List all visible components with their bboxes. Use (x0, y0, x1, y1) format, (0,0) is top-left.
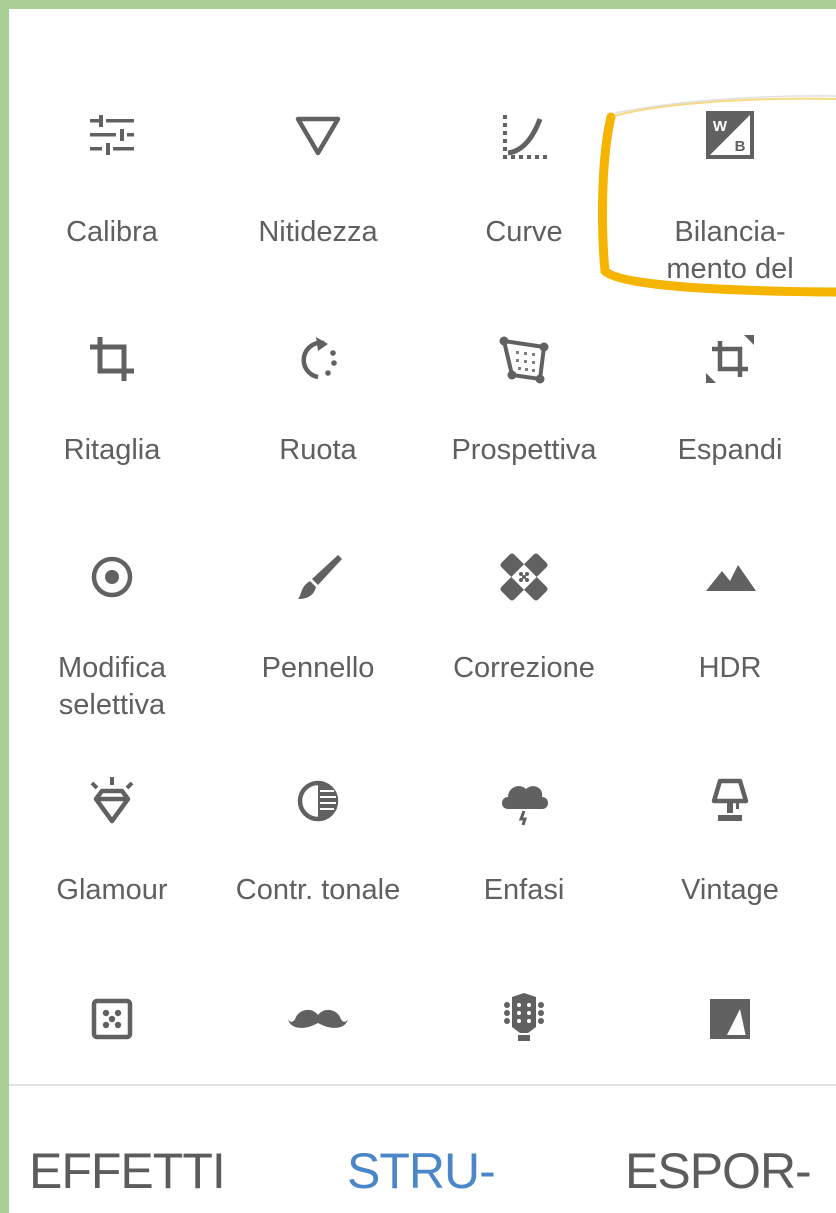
tool-label: Enfasi (483, 874, 565, 906)
svg-text:B: B (735, 138, 746, 155)
tool-black-white[interactable] (627, 989, 833, 1069)
tool-label: Curve (485, 216, 563, 248)
tool-prospettiva[interactable]: Prospettiva (421, 329, 627, 479)
tab-esporta[interactable]: ESPOR- (625, 1141, 812, 1201)
tool-label: Glamour (56, 874, 168, 906)
tool-modifica-selettiva[interactable]: Modifica selettiva (9, 547, 215, 727)
tool-enfasi[interactable]: Enfasi (421, 771, 627, 921)
storm-cloud-icon (494, 771, 554, 831)
expand-icon (700, 329, 760, 389)
tool-glamour[interactable]: Glamour (9, 771, 215, 921)
tonal-contrast-icon (288, 771, 348, 831)
tool-nitidezza[interactable]: Nitidezza (215, 105, 421, 265)
tool-label: Correzione (453, 652, 595, 684)
tool-grainy-film[interactable] (9, 989, 215, 1069)
guitar-head-icon (494, 989, 554, 1049)
mountains-icon (700, 547, 760, 607)
diamond-icon (82, 771, 142, 831)
tools-panel: Calibra Nitidezza Curve W B Bilancia- me… (9, 9, 836, 1213)
tool-curve[interactable]: Curve (421, 105, 627, 265)
tool-vintage[interactable]: Vintage (627, 771, 833, 921)
rotate-icon (288, 329, 348, 389)
tool-label: Prospettiva (451, 434, 597, 466)
tool-bilanciamento[interactable]: W B Bilancia- mento del (627, 105, 833, 285)
tool-label: Ritaglia (63, 434, 161, 466)
tool-label: Nitidezza (258, 216, 378, 248)
tune-icon (82, 105, 142, 165)
mustache-icon (288, 989, 348, 1049)
brush-icon (288, 547, 348, 607)
triangle-icon (288, 105, 348, 165)
tool-label: Espandi (677, 434, 783, 466)
lamp-icon (700, 771, 760, 831)
grainy-film-icon (82, 989, 142, 1049)
tool-label: Calibra (66, 216, 158, 248)
tool-label: Contr. tonale (235, 874, 401, 906)
curve-icon (494, 105, 554, 165)
healing-icon (494, 547, 554, 607)
tool-guitar-head[interactable] (421, 989, 627, 1069)
tool-label: Bilancia- mento del (666, 216, 794, 285)
tool-label: HDR (698, 652, 762, 684)
perspective-icon (494, 329, 554, 389)
bottom-navigation: EFFETTI STRU- ESPOR- (9, 1084, 836, 1213)
tool-hdr[interactable]: HDR (627, 547, 833, 697)
tool-label: Modifica selettiva (58, 652, 166, 721)
tool-espandi[interactable]: Espandi (627, 329, 833, 479)
tab-strumenti[interactable]: STRU- (347, 1141, 496, 1201)
tool-ritaglia[interactable]: Ritaglia (9, 329, 215, 479)
white-balance-icon: W B (700, 105, 760, 165)
tool-correzione[interactable]: Correzione (421, 547, 627, 697)
tool-label: Vintage (681, 874, 779, 906)
tool-ruota[interactable]: Ruota (215, 329, 421, 479)
tool-mustache[interactable] (215, 989, 421, 1069)
selective-icon (82, 547, 142, 607)
tab-effetti[interactable]: EFFETTI (29, 1141, 226, 1201)
tool-label: Pennello (261, 652, 375, 684)
black-white-icon (700, 989, 760, 1049)
tool-contr-tonale[interactable]: Contr. tonale (215, 771, 421, 921)
svg-text:W: W (713, 118, 728, 135)
tool-label: Ruota (279, 434, 357, 466)
crop-icon (82, 329, 142, 389)
tool-pennello[interactable]: Pennello (215, 547, 421, 697)
tool-calibra[interactable]: Calibra (9, 105, 215, 265)
